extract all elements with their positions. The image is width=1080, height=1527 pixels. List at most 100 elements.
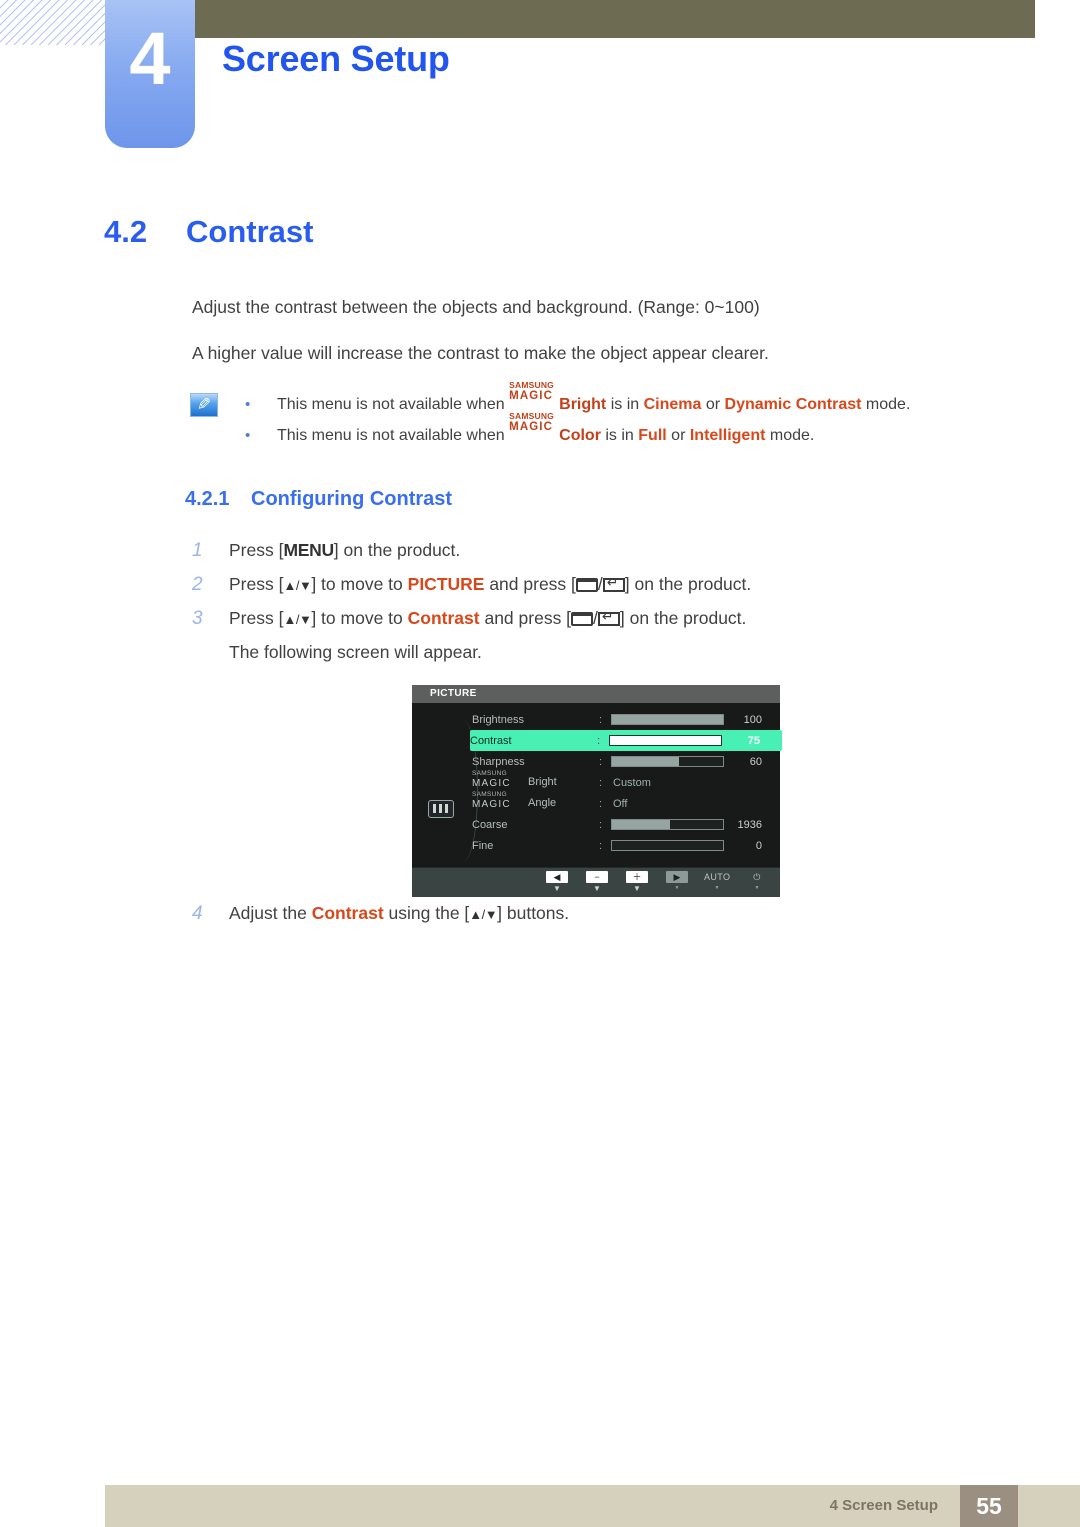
osd-slider[interactable] [611, 819, 724, 830]
step-3: 3 Press [▲/▼] to move to Contrast and pre… [192, 608, 746, 630]
osd-menu-screenshot: PICTURE Brightness : 100 Contrast : 75 S… [412, 685, 782, 897]
osd-row-coarse[interactable]: Coarse : 1936 [472, 814, 780, 835]
magic-wordmark: MAGIC [472, 798, 511, 810]
osd-value: Off [613, 797, 628, 810]
subsection-title: Configuring Contrast [251, 488, 453, 510]
samsung-magic-logo: SAMSUNG MAGIC [472, 770, 528, 789]
samsung-wordmark: SAMSUNG [509, 380, 554, 390]
osd-value: 75 [747, 734, 760, 747]
right-arrow-icon: ▶ [666, 871, 688, 883]
osd-label: Angle [528, 797, 557, 810]
osd-title: PICTURE [412, 685, 780, 703]
osd-slider[interactable] [611, 756, 724, 767]
increase-button[interactable]: ＋ ▼ [624, 871, 650, 894]
decorative-hatch-pattern [0, 0, 108, 45]
step-4-post: ] buttons. [497, 903, 570, 923]
intro-paragraph-2: A higher value will increase the contras… [192, 343, 769, 363]
page-number-badge: 55 [960, 1485, 1018, 1527]
enter-return-icon [602, 575, 625, 592]
note-bullet: • [245, 427, 251, 445]
osd-row-sharpness[interactable]: Sharpness : 60 [472, 751, 780, 772]
step-2-post: ] on the product. [624, 574, 752, 594]
step-4-number: 4 [192, 903, 203, 924]
magic-wordmark: MAGIC [509, 421, 553, 433]
decrease-button[interactable]: − ▼ [584, 871, 610, 894]
plus-icon: ＋ [626, 871, 648, 883]
osd-slider[interactable] [609, 735, 722, 746]
osd-slider-fill [610, 736, 694, 745]
osd-slider-fill [612, 820, 670, 829]
note2-prefix: This menu is not available when [277, 427, 505, 444]
osd-label-magicangle: SAMSUNG MAGIC Angle [472, 791, 599, 810]
source-window-icon [571, 612, 594, 626]
osd-label: Brightness [472, 713, 524, 726]
up-down-arrows-icon: ▲/▼ [283, 612, 312, 627]
note2-option-1: Full [638, 427, 667, 444]
pencil-glyph: ✎ [196, 395, 212, 414]
samsung-magic-logo: SAMSUNG MAGIC [509, 412, 559, 440]
step-3-pre: Press [ [229, 608, 284, 628]
auto-button[interactable]: AUTO ▼ [704, 871, 730, 894]
osd-row-fine[interactable]: Fine : 0 [472, 835, 780, 856]
bar-1 [433, 804, 436, 813]
note-bullet: • [245, 396, 251, 414]
osd-footer-bar: ◀ ▼ − ▼ ＋ ▼ ▶ ▼ AUTO ▼ ⏻ ▼ [412, 867, 780, 897]
osd-colon: : [599, 818, 603, 831]
samsung-wordmark: SAMSUNG [472, 790, 507, 798]
up-down-arrows-icon: ▲/▼ [469, 907, 498, 922]
osd-label: Coarse [472, 818, 508, 831]
chapter-number-badge: 4 [105, 0, 195, 148]
indicator-triangle-icon: ▼ [633, 884, 641, 893]
samsung-wordmark: SAMSUNG [509, 411, 554, 421]
osd-value: 100 [743, 713, 762, 726]
osd-slider[interactable] [611, 840, 724, 851]
osd-label-magicbright: SAMSUNG MAGIC Bright [472, 770, 599, 789]
step-1: 1 Press [MENU] on the product. [192, 540, 460, 562]
osd-label: Fine [472, 839, 494, 852]
subsection-heading: 4.2.1 Configuring Contrast [185, 488, 452, 511]
picture-bars-icon [428, 800, 454, 818]
up-down-arrows-icon: ▲/▼ [283, 578, 312, 593]
osd-slider[interactable] [611, 714, 724, 725]
indicator-triangle-icon: ▼ [593, 884, 601, 893]
osd-value: 1936 [737, 818, 762, 831]
nav-right-button[interactable]: ▶ ▼ [664, 871, 690, 894]
step-2-mid2: and press [ [489, 574, 576, 594]
osd-colon: : [599, 839, 603, 852]
power-button[interactable]: ⏻ ▼ [744, 871, 770, 894]
page-footer-bar: 4 Screen Setup 55 [105, 1485, 1080, 1527]
osd-row-brightness[interactable]: Brightness : 100 [472, 709, 780, 730]
samsung-magic-logo: SAMSUNG MAGIC [472, 791, 528, 810]
step-2-target: PICTURE [407, 574, 485, 594]
subsection-number: 4.2.1 [185, 488, 230, 510]
note2-option-2: Intelligent [689, 427, 766, 444]
nav-left-button[interactable]: ◀ ▼ [544, 871, 570, 894]
note-pencil-icon: ✎ [190, 393, 218, 417]
step-4-pre: Adjust the [229, 903, 307, 923]
samsung-magic-logo: SAMSUNG MAGIC [509, 381, 559, 409]
note-line-1: • This menu is not available when SAMSUNG… [245, 381, 910, 414]
step-2-pre: Press [ [229, 574, 284, 594]
step-2-number: 2 [192, 574, 203, 595]
step-4-target: Contrast [311, 903, 384, 923]
osd-row-magicbright[interactable]: SAMSUNG MAGIC Bright : Custom [472, 770, 780, 793]
step-3-mid2: and press [ [484, 608, 572, 628]
section-heading: 4.2 Contrast [104, 214, 313, 250]
auto-label: AUTO [704, 872, 731, 882]
osd-colon: : [599, 755, 603, 768]
indicator-triangle-icon: ▼ [714, 885, 720, 891]
source-window-icon [575, 578, 598, 592]
bar-3 [445, 804, 448, 813]
osd-slider-fill [612, 715, 723, 724]
magic-wordmark: MAGIC [472, 777, 511, 789]
step-2: 2 Press [▲/▼] to move to PICTURE and pres… [192, 574, 751, 596]
osd-row-magicangle[interactable]: SAMSUNG MAGIC Angle : Off [472, 791, 780, 814]
osd-row-contrast[interactable]: Contrast : 75 [470, 730, 782, 751]
osd-body: Brightness : 100 Contrast : 75 Sharpness… [412, 703, 782, 867]
osd-label: Sharpness [472, 755, 525, 768]
bar-2 [439, 804, 442, 813]
samsung-wordmark: SAMSUNG [472, 769, 507, 777]
step-3-mid: ] to move to [311, 608, 403, 628]
menu-key-label: MENU [283, 540, 334, 560]
osd-colon: : [599, 713, 603, 726]
